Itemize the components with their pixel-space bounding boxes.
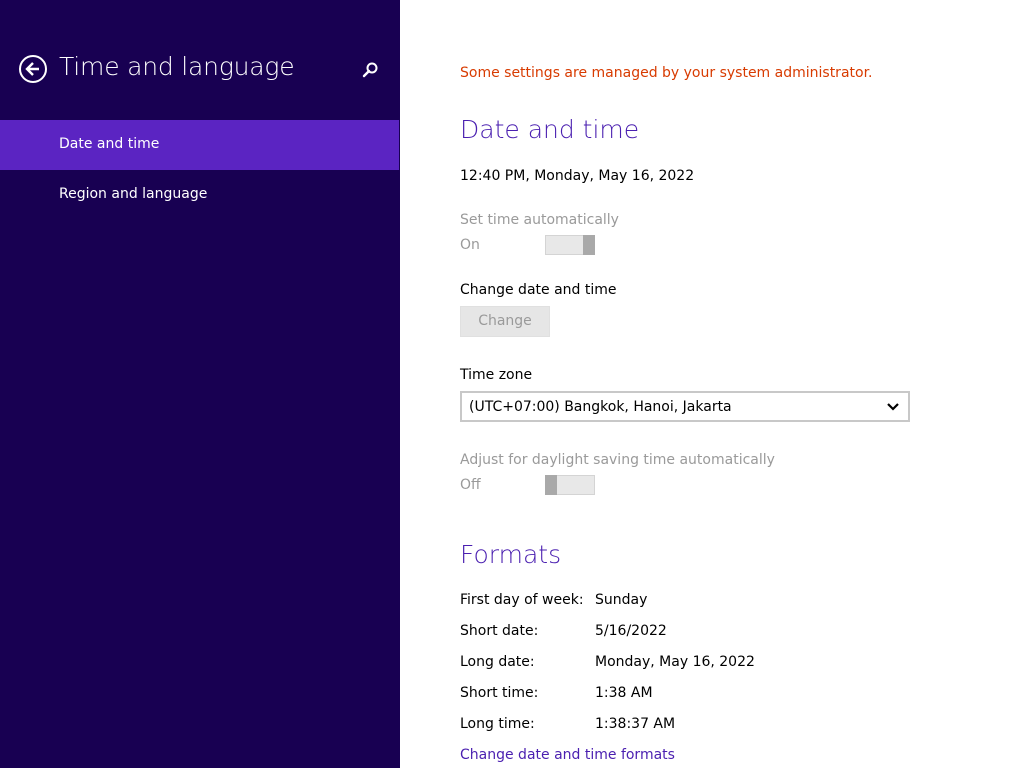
back-button[interactable] (19, 55, 47, 83)
sidebar-item-label: Date and time (59, 136, 160, 152)
long-date-label: Long date: (460, 654, 535, 670)
sidebar: Time and language Date and time Region a… (0, 0, 400, 768)
change-formats-link[interactable]: Change date and time formats (460, 747, 675, 763)
daylight-saving-toggle[interactable] (545, 475, 595, 495)
change-date-and-time-label: Change date and time (460, 282, 617, 298)
short-date-value: 5/16/2022 (595, 623, 667, 639)
short-date-label: Short date: (460, 623, 539, 639)
time-zone-select[interactable]: (UTC+07:00) Bangkok, Hanoi, Jakarta (460, 391, 910, 422)
change-button[interactable]: Change (460, 306, 550, 337)
daylight-saving-label: Adjust for daylight saving time automati… (460, 452, 775, 468)
long-date-value: Monday, May 16, 2022 (595, 654, 755, 670)
sidebar-item-label: Region and language (59, 186, 208, 202)
first-day-of-week-value: Sunday (595, 592, 648, 608)
long-time-label: Long time: (460, 716, 535, 732)
time-zone-label: Time zone (460, 367, 533, 383)
current-datetime: 12:40 PM, Monday, May 16, 2022 (460, 168, 695, 184)
chevron-down-icon (887, 403, 899, 411)
formats-heading: Formats (460, 540, 562, 569)
short-time-value: 1:38 AM (595, 685, 653, 701)
set-time-automatically-toggle[interactable] (545, 235, 595, 255)
toggle-knob (583, 235, 595, 255)
short-time-label: Short time: (460, 685, 539, 701)
main-content: Some settings are managed by your system… (400, 0, 1024, 768)
first-day-of-week-label: First day of week: (460, 592, 584, 608)
back-arrow-icon (25, 62, 39, 76)
sidebar-item-date-and-time[interactable]: Date and time (0, 120, 399, 170)
time-zone-value: (UTC+07:00) Bangkok, Hanoi, Jakarta (469, 399, 732, 415)
search-icon (362, 62, 378, 78)
long-time-value: 1:38:37 AM (595, 716, 676, 732)
admin-notice: Some settings are managed by your system… (460, 65, 873, 81)
sidebar-item-region-and-language[interactable]: Region and language (0, 170, 399, 220)
set-time-automatically-state: On (460, 237, 480, 253)
set-time-automatically-label: Set time automatically (460, 212, 619, 228)
daylight-saving-state: Off (460, 477, 481, 493)
date-and-time-heading: Date and time (460, 115, 640, 144)
search-button[interactable] (360, 60, 380, 80)
sidebar-title: Time and language (59, 52, 295, 81)
toggle-knob (545, 475, 557, 495)
settings-window: Time and language Date and time Region a… (0, 0, 1024, 768)
